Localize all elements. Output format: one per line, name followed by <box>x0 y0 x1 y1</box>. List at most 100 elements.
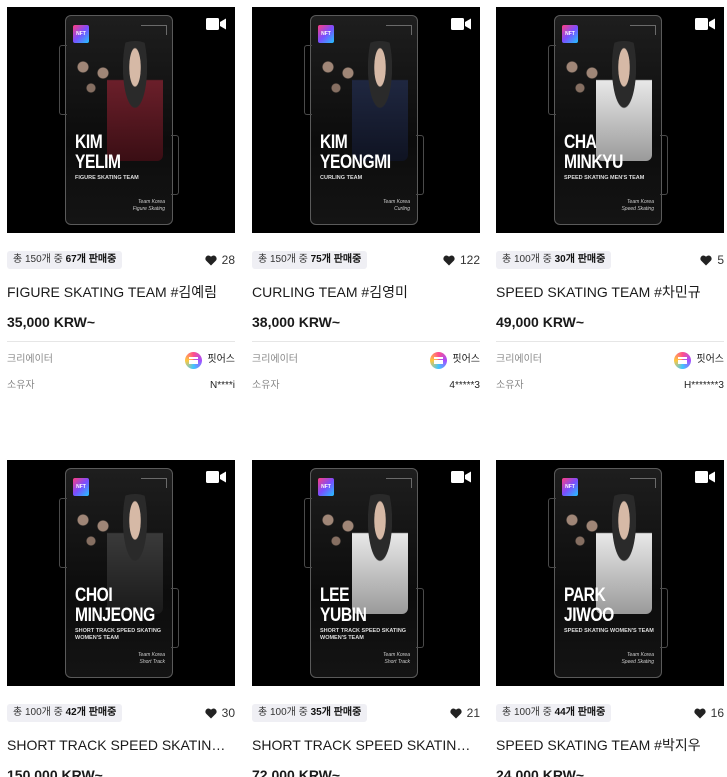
product-card[interactable]: NFT KIM YEONGMI CURLING TEAM Team Korea C… <box>252 7 480 395</box>
product-title[interactable]: SHORT TRACK SPEED SKATING TE... <box>252 736 480 754</box>
heart-icon <box>205 708 217 718</box>
owner-name[interactable]: 4*****3 <box>449 377 480 395</box>
sale-status-badge: 총 150개 중 67개 판매중 <box>7 251 123 269</box>
nft-artwork: NFT PARK JIWOO SPEED SKATING WOMEN'S TEA… <box>548 468 668 678</box>
product-price: 150,000 KRW~ <box>7 767 103 777</box>
nft-artwork: NFT LEE YUBIN SHORT TRACK SPEED SKATING … <box>304 468 424 678</box>
product-price: 24,000 KRW~ <box>496 767 585 777</box>
artwork-signature: Team Korea Short Track <box>137 652 165 665</box>
creator-link[interactable]: 핏어스 <box>185 351 235 369</box>
product-card[interactable]: NFT LEE YUBIN SHORT TRACK SPEED SKATING … <box>252 460 480 777</box>
artwork-signature: Team Korea Speed Skating <box>621 199 654 212</box>
artwork-name-line2: YELIM <box>75 152 121 173</box>
divider <box>496 341 724 342</box>
artwork-signature: Team Korea Short Track <box>382 652 410 665</box>
like-button[interactable]: 30 <box>205 704 235 722</box>
video-camera-icon <box>451 471 471 483</box>
like-button[interactable]: 28 <box>205 251 235 269</box>
artwork-team: SPEED SKATING WOMEN'S TEAM <box>564 628 654 634</box>
nft-artwork: NFT KIM YELIM FIGURE SKATING TEAM Team K… <box>59 15 179 225</box>
product-thumbnail[interactable]: NFT LEE YUBIN SHORT TRACK SPEED SKATING … <box>252 460 480 686</box>
artwork-name-line2: YUBIN <box>320 605 367 626</box>
creator-logo-icon <box>430 351 448 369</box>
product-price: 49,000 KRW~ <box>496 314 585 330</box>
heart-icon <box>700 255 712 265</box>
artwork-signature: Team Korea Figure Skating <box>132 199 165 212</box>
product-card[interactable]: NFT KIM YELIM FIGURE SKATING TEAM Team K… <box>7 7 235 395</box>
nft-artwork: NFT CHA MINKYU SPEED SKATING MEN'S TEAM … <box>548 15 668 225</box>
creator-name: 핏어스 <box>696 354 724 365</box>
artwork-name-line1: KIM <box>320 132 348 153</box>
creator-label: 크리에이터 <box>7 354 53 365</box>
product-price: 38,000 KRW~ <box>252 314 341 330</box>
heart-icon <box>694 708 706 718</box>
product-thumbnail[interactable]: NFT CHA MINKYU SPEED SKATING MEN'S TEAM … <box>496 7 724 233</box>
like-button[interactable]: 16 <box>694 704 724 722</box>
divider <box>7 341 235 342</box>
artwork-name-line1: CHOI <box>75 585 113 606</box>
sale-status-badge: 총 100개 중 42개 판매중 <box>7 704 123 722</box>
athlete-photo <box>596 41 652 161</box>
nft-artwork: NFT KIM YEONGMI CURLING TEAM Team Korea C… <box>304 15 424 225</box>
athlete-photo <box>352 41 408 161</box>
like-count: 5 <box>717 253 724 267</box>
artwork-team: CURLING TEAM <box>320 175 363 181</box>
athlete-photo <box>352 494 408 614</box>
creator-link[interactable]: 핏어스 <box>674 351 724 369</box>
heart-icon <box>450 708 462 718</box>
creator-logo-icon <box>185 351 203 369</box>
product-title[interactable]: SHORT TRACK SPEED SKATING TE... <box>7 736 235 754</box>
owner-label: 소유자 <box>496 380 524 391</box>
video-camera-icon <box>695 18 715 30</box>
product-thumbnail[interactable]: NFT CHOI MINJEONG SHORT TRACK SPEED SKAT… <box>7 460 235 686</box>
nft-artwork: NFT CHOI MINJEONG SHORT TRACK SPEED SKAT… <box>59 468 179 678</box>
artwork-name-line2: JIWOO <box>564 605 614 626</box>
heart-icon <box>443 255 455 265</box>
video-camera-icon <box>695 471 715 483</box>
creator-row: 크리에이터 핏어스 <box>496 351 724 369</box>
creator-label: 크리에이터 <box>252 354 298 365</box>
artwork-name-line2: MINKYU <box>564 152 624 173</box>
sale-status-badge: 총 150개 중 75개 판매중 <box>252 251 368 269</box>
artwork-name-line1: LEE <box>320 585 350 606</box>
nft-badge: NFT <box>562 478 578 496</box>
like-count: 21 <box>466 706 480 720</box>
video-camera-icon <box>451 18 471 30</box>
like-button[interactable]: 5 <box>700 251 724 269</box>
like-count: 16 <box>710 706 724 720</box>
artwork-signature: Team Korea Speed Skating <box>621 652 654 665</box>
owner-name[interactable]: H*******3 <box>684 377 724 395</box>
product-price: 72,000 KRW~ <box>252 767 341 777</box>
creator-row: 크리에이터 핏어스 <box>7 351 235 369</box>
owner-name[interactable]: N****i <box>210 377 235 395</box>
product-thumbnail[interactable]: NFT KIM YEONGMI CURLING TEAM Team Korea C… <box>252 7 480 233</box>
product-price: 35,000 KRW~ <box>7 314 96 330</box>
artwork-name-line2: MINJEONG <box>75 605 155 626</box>
sale-status-badge: 총 100개 중 44개 판매중 <box>496 704 612 722</box>
sale-status-badge: 총 100개 중 30개 판매중 <box>496 251 612 269</box>
product-title[interactable]: CURLING TEAM #김영미 <box>252 283 480 301</box>
product-card[interactable]: NFT PARK JIWOO SPEED SKATING WOMEN'S TEA… <box>496 460 724 777</box>
athlete-photo <box>107 41 163 161</box>
creator-name: 핏어스 <box>452 354 480 365</box>
owner-row: 소유자 4*****3 <box>252 377 480 395</box>
product-thumbnail[interactable]: NFT KIM YELIM FIGURE SKATING TEAM Team K… <box>7 7 235 233</box>
nft-badge: NFT <box>318 25 334 43</box>
product-card[interactable]: NFT CHA MINKYU SPEED SKATING MEN'S TEAM … <box>496 7 724 395</box>
product-card[interactable]: NFT CHOI MINJEONG SHORT TRACK SPEED SKAT… <box>7 460 235 777</box>
product-thumbnail[interactable]: NFT PARK JIWOO SPEED SKATING WOMEN'S TEA… <box>496 460 724 686</box>
product-title[interactable]: SPEED SKATING TEAM #차민규 <box>496 283 724 301</box>
like-button[interactable]: 122 <box>443 251 480 269</box>
sale-status-badge: 총 100개 중 35개 판매중 <box>252 704 368 722</box>
video-camera-icon <box>206 18 226 30</box>
artwork-name-line1: CHA <box>564 132 597 153</box>
product-title[interactable]: FIGURE SKATING TEAM #김예림 <box>7 283 235 301</box>
nft-badge: NFT <box>318 478 334 496</box>
creator-link[interactable]: 핏어스 <box>430 351 480 369</box>
product-title[interactable]: SPEED SKATING TEAM #박지우 <box>496 736 724 754</box>
owner-row: 소유자 N****i <box>7 377 235 395</box>
nft-badge: NFT <box>73 25 89 43</box>
like-button[interactable]: 21 <box>450 704 480 722</box>
artwork-name-line1: PARK <box>564 585 606 606</box>
creator-label: 크리에이터 <box>496 354 542 365</box>
